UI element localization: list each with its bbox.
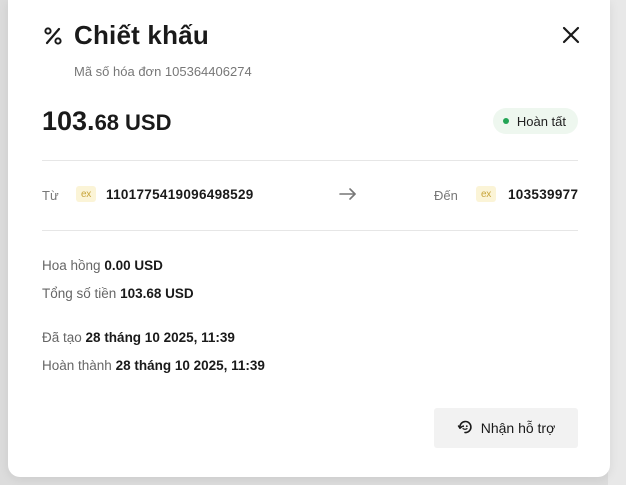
completed-value: 28 tháng 10 2025, 11:39	[115, 358, 265, 373]
exchange-badge-icon: ex	[476, 186, 496, 202]
total-value: 103.68 USD	[120, 286, 194, 301]
created-row: Đã tạo 28 tháng 10 2025, 11:39	[42, 330, 235, 345]
close-icon	[562, 26, 580, 49]
amount-integer: 103.	[42, 106, 95, 136]
support-icon	[457, 419, 473, 438]
amount-currency: USD	[125, 110, 172, 135]
total-row: Tổng số tiền 103.68 USD	[42, 286, 194, 301]
created-value: 28 tháng 10 2025, 11:39	[85, 330, 235, 345]
get-support-button[interactable]: Nhận hỗ trợ	[434, 408, 578, 448]
divider	[42, 160, 578, 161]
percent-icon	[42, 25, 64, 47]
commission-row: Hoa hồng 0.00 USD	[42, 258, 163, 273]
created-label: Đã tạo	[42, 330, 82, 345]
to-label: Đến	[434, 188, 458, 203]
from-label: Từ	[42, 188, 59, 203]
status-dot	[502, 118, 509, 124]
completed-label: Hoàn thành	[42, 358, 112, 373]
divider	[42, 230, 578, 231]
from-account: 1101775419096498529	[106, 187, 254, 202]
arrow-right-icon	[338, 186, 358, 202]
discount-modal: Chiết khấu Mã số hóa đơn 105364406274 10…	[8, 0, 610, 477]
exchange-badge-icon: ex	[76, 186, 96, 202]
commission-value: 0.00 USD	[104, 258, 163, 273]
close-button[interactable]	[560, 26, 582, 48]
invoice-number: Mã số hóa đơn 105364406274	[74, 64, 252, 79]
status-label: Hoàn tất	[516, 113, 566, 129]
amount-decimal: 68	[94, 110, 120, 135]
modal-header: Chiết khấu	[42, 20, 209, 51]
total-label: Tổng số tiền	[42, 286, 117, 301]
commission-label: Hoa hồng	[42, 258, 101, 273]
completed-row: Hoàn thành 28 tháng 10 2025, 11:39	[42, 358, 265, 373]
modal-title: Chiết khấu	[74, 20, 209, 50]
support-label: Nhận hỗ trợ	[480, 420, 556, 436]
to-account: 103539977	[508, 187, 579, 202]
backdrop-edge	[608, 0, 626, 485]
amount-display: 103. 68 USD	[42, 106, 172, 137]
transfer-row: Từ ex 1101775419096498529 Đến ex 1035399…	[42, 184, 578, 208]
status-badge: Hoàn tất	[492, 108, 578, 134]
